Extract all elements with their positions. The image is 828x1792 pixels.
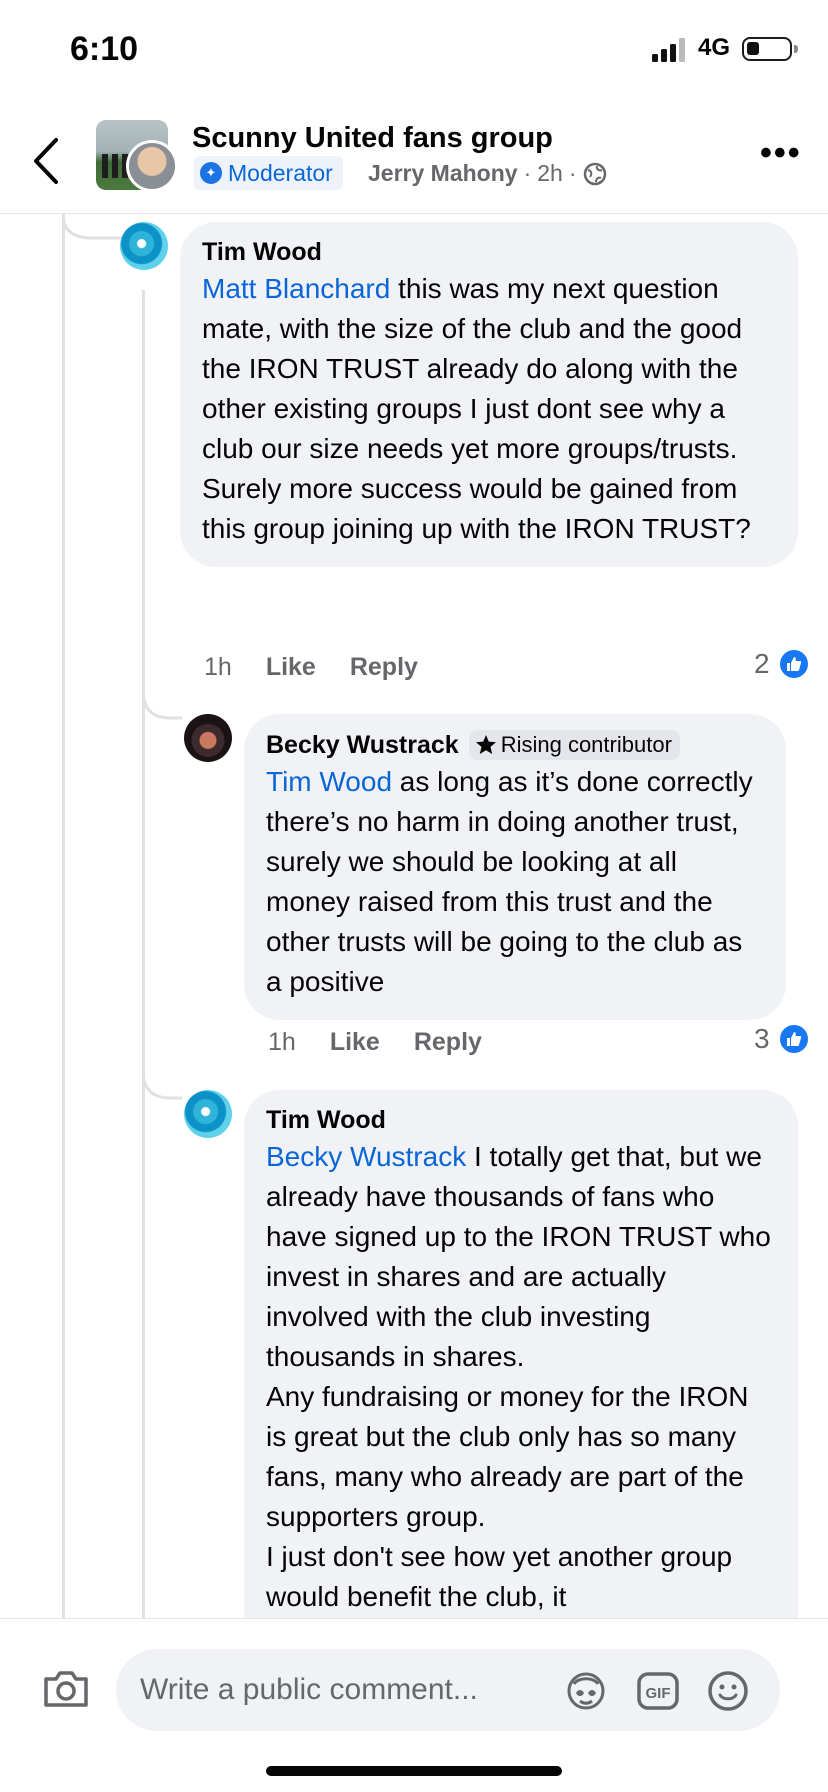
comment-body: I totally get that, but we already have … xyxy=(266,1141,771,1612)
like-reaction-icon xyxy=(777,1023,810,1055)
thread-curve xyxy=(142,1070,182,1100)
comment-bubble: Tim Wood Becky Wustrack I totally get th… xyxy=(244,1090,798,1650)
mention-link[interactable]: Matt Blanchard xyxy=(202,273,390,304)
thread-line xyxy=(142,290,145,1618)
thread-line xyxy=(62,214,65,1618)
post-time: 2h xyxy=(537,160,563,186)
back-chevron-icon[interactable] xyxy=(30,136,64,186)
contributor-badge-label: Rising contributor xyxy=(500,732,672,757)
comment-input[interactable] xyxy=(140,1649,560,1731)
contributor-badge: Rising contributor xyxy=(468,730,680,760)
reaction-summary[interactable]: 2 xyxy=(754,648,810,680)
poster-name[interactable]: Jerry Mahony xyxy=(368,160,518,187)
status-time: 6:10 xyxy=(70,30,139,68)
comment-bubble: Becky Wustrack Rising contributor Tim Wo… xyxy=(244,714,786,1020)
post-header: Scunny United fans group ✦ Moderator Jer… xyxy=(0,100,828,214)
comment-time: 1h xyxy=(268,1028,296,1056)
post-meta: Jerry Mahony · 2h · xyxy=(368,160,607,187)
emoji-icon[interactable] xyxy=(706,1669,750,1713)
comment-actions: 1h Like Reply xyxy=(204,653,418,682)
globe-icon xyxy=(583,162,606,185)
comment-text: Becky Wustrack I totally get that, but w… xyxy=(266,1137,776,1617)
gif-icon[interactable]: GIF xyxy=(636,1669,680,1713)
home-indicator[interactable] xyxy=(266,1766,562,1776)
meta-separator: · xyxy=(568,160,577,186)
reply-button[interactable]: Reply xyxy=(414,1028,482,1057)
moderator-icon: ✦ xyxy=(200,162,222,184)
like-button[interactable]: Like xyxy=(266,653,316,682)
reaction-summary[interactable]: 3 xyxy=(754,1023,810,1055)
comment-body: this was my next question mate, with the… xyxy=(202,273,751,544)
thread-curve xyxy=(142,690,182,720)
like-button[interactable]: Like xyxy=(330,1028,380,1057)
comment-bubble: Tim Wood Matt Blanchard this was my next… xyxy=(180,222,798,567)
camera-icon[interactable] xyxy=(42,1669,90,1709)
status-bar: 6:10 4G xyxy=(0,0,828,100)
battery-icon xyxy=(742,37,798,61)
comment-author[interactable]: Becky Wustrack xyxy=(266,731,459,760)
meta-separator: · xyxy=(523,160,532,186)
commenter-avatar[interactable] xyxy=(120,222,168,270)
group-name[interactable]: Scunny United fans group xyxy=(192,122,553,155)
comment-text: Matt Blanchard this was my next question… xyxy=(202,269,776,549)
reaction-count: 2 xyxy=(754,648,770,679)
more-options-icon[interactable]: ••• xyxy=(760,136,802,170)
comment-input-wrap: GIF xyxy=(116,1649,780,1731)
star-icon xyxy=(475,735,496,754)
thread-curve xyxy=(62,214,122,240)
commenter-avatar[interactable] xyxy=(184,714,232,762)
svg-text:GIF: GIF xyxy=(646,1685,671,1702)
comment-actions: 1h Like Reply xyxy=(268,1028,482,1057)
reaction-count: 3 xyxy=(754,1023,770,1054)
like-reaction-icon xyxy=(777,648,810,680)
signal-icon xyxy=(652,38,685,62)
comment-time: 1h xyxy=(204,653,232,681)
mention-link[interactable]: Becky Wustrack xyxy=(266,1141,466,1172)
comment-text: Tim Wood as long as it’s done correctly … xyxy=(266,762,764,1002)
comment-author[interactable]: Tim Wood xyxy=(266,1106,386,1135)
mention-link[interactable]: Tim Wood xyxy=(266,766,392,797)
moderator-label: Moderator xyxy=(228,159,333,186)
comment-author[interactable]: Tim Wood xyxy=(202,238,322,267)
network-type: 4G xyxy=(698,34,731,61)
poster-avatar[interactable] xyxy=(126,140,178,192)
commenter-avatar[interactable] xyxy=(184,1090,232,1138)
comment-body: as long as it’s done correctly there’s n… xyxy=(266,766,761,997)
avatar-sticker-icon[interactable] xyxy=(564,1669,608,1713)
reply-button[interactable]: Reply xyxy=(350,653,418,682)
moderator-badge: ✦ Moderator xyxy=(194,156,343,190)
